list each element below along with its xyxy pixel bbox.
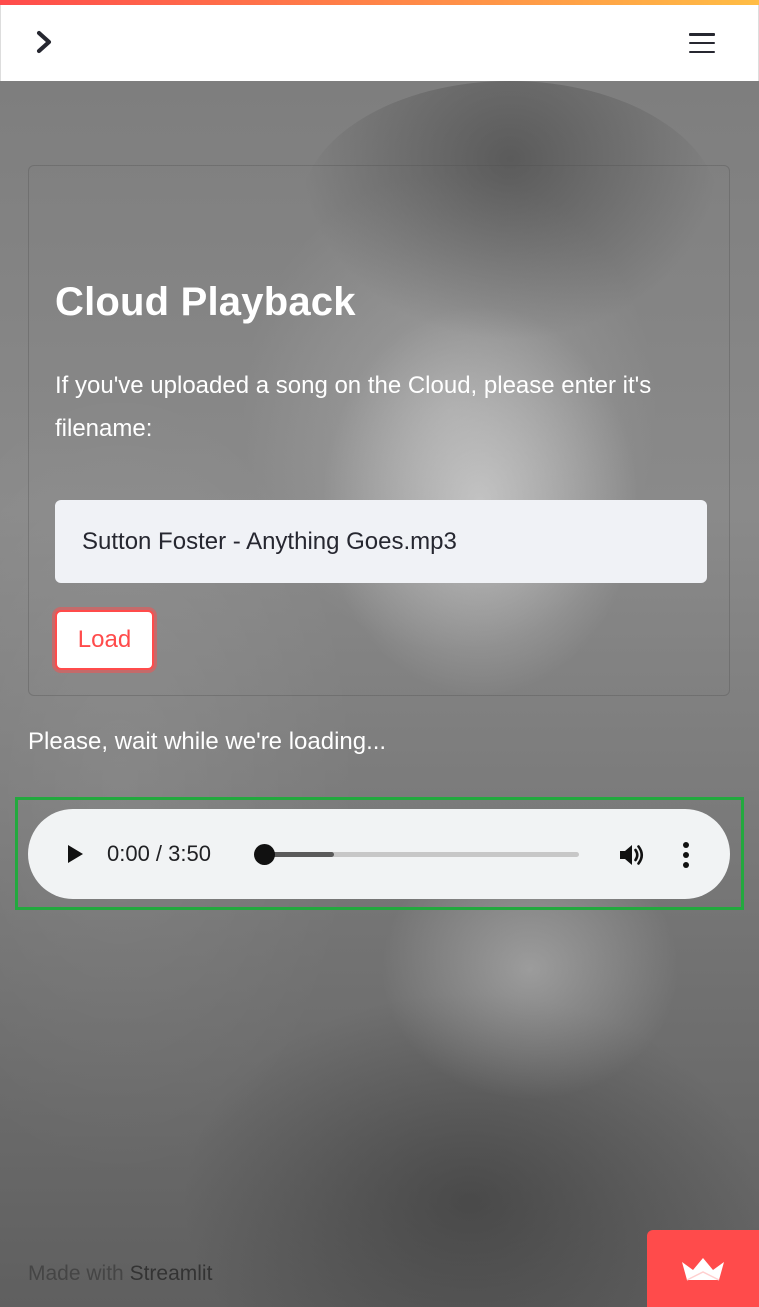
streamlit-crown-icon — [682, 1257, 724, 1281]
filename-input[interactable] — [55, 500, 707, 583]
main-menu-button[interactable] — [686, 30, 718, 56]
time-display: 0:00 / 3:50 — [107, 841, 211, 866]
streamlit-badge[interactable] — [647, 1230, 759, 1307]
volume-button[interactable] — [617, 840, 647, 870]
page-title: Cloud Playback — [55, 280, 356, 324]
play-button[interactable] — [61, 841, 87, 867]
more-options-button[interactable] — [678, 840, 694, 870]
hamburger-menu-icon — [689, 33, 715, 36]
more-vertical-icon — [683, 842, 689, 868]
chevron-right-icon — [36, 30, 52, 54]
loading-status-text: Please, wait while we're loading... — [28, 728, 387, 755]
seek-thumb[interactable] — [254, 844, 275, 865]
play-icon — [68, 845, 83, 863]
app-header — [0, 5, 759, 81]
audio-player[interactable]: 0:00 / 3:50 — [28, 809, 730, 899]
streamlit-link[interactable]: Streamlit — [130, 1262, 213, 1285]
seek-bar[interactable] — [254, 844, 579, 865]
sidebar-toggle-button[interactable] — [31, 29, 57, 55]
volume-icon — [620, 845, 644, 865]
instructions-text: If you've uploaded a song on the Cloud, … — [55, 372, 652, 442]
load-button[interactable]: Load — [55, 610, 154, 670]
footer-made-with: Made with — [28, 1262, 124, 1285]
footer: Made with Streamlit — [28, 1262, 212, 1286]
